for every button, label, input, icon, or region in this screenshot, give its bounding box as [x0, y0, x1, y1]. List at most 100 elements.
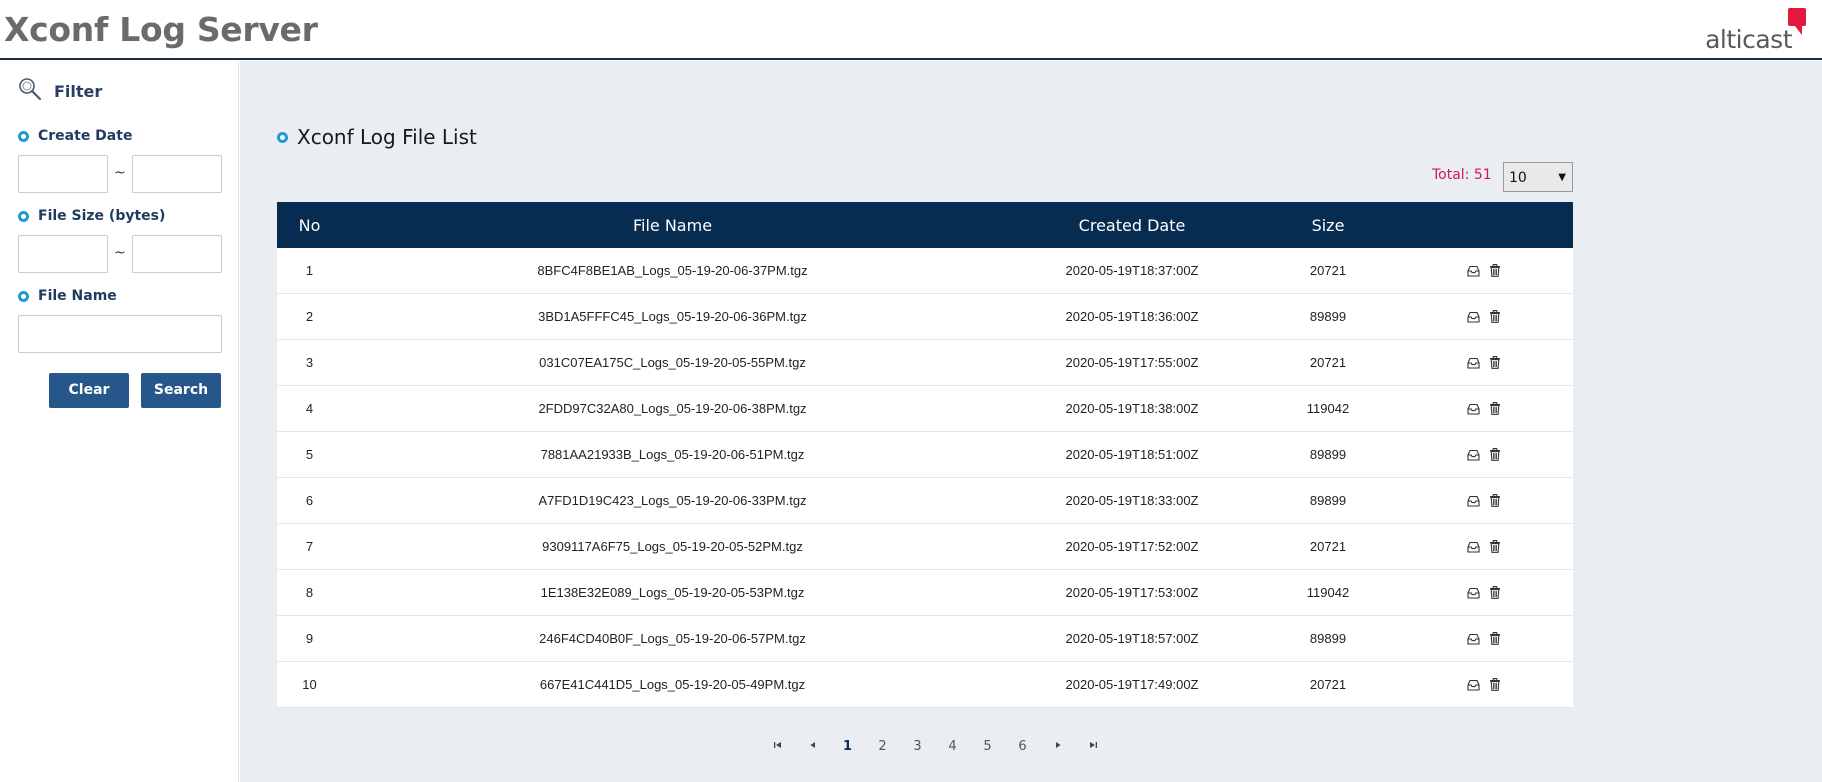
- cell-file-name[interactable]: 246F4CD40B0F_Logs_05-19-20-06-57PM.tgz: [342, 616, 1003, 661]
- cell-file-name[interactable]: 9309117A6F75_Logs_05-19-20-05-52PM.tgz: [342, 524, 1003, 569]
- column-header-file-name[interactable]: File Name: [342, 202, 1003, 248]
- cell-file-name[interactable]: 2FDD97C32A80_Logs_05-19-20-06-38PM.tgz: [342, 386, 1003, 431]
- page-4-link[interactable]: 4: [935, 739, 970, 754]
- cell-size: 89899: [1309, 447, 1347, 462]
- page-2-link[interactable]: 2: [865, 739, 900, 754]
- next-page-icon[interactable]: [1040, 740, 1075, 753]
- first-page-icon[interactable]: [760, 740, 795, 753]
- row-actions: [1395, 570, 1573, 615]
- trash-icon[interactable]: [1488, 632, 1502, 646]
- trash-icon[interactable]: [1488, 448, 1502, 462]
- bullet-icon: [18, 290, 29, 302]
- file-size-label-text: File Size (bytes): [38, 208, 166, 224]
- download-icon[interactable]: [1466, 448, 1480, 462]
- cell-file-name[interactable]: 7881AA21933B_Logs_05-19-20-06-51PM.tgz: [342, 432, 1003, 477]
- table-row[interactable]: 4 2FDD97C32A80_Logs_05-19-20-06-38PM.tgz 2…: [277, 386, 1573, 432]
- download-icon[interactable]: [1466, 540, 1480, 554]
- table-row[interactable]: 5 7881AA21933B_Logs_05-19-20-06-51PM.tgz 2…: [277, 432, 1573, 478]
- create-date-label-text: Create Date: [38, 128, 133, 144]
- download-icon[interactable]: [1466, 632, 1480, 646]
- cell-file-name[interactable]: 031C07EA175C_Logs_05-19-20-05-55PM.tgz: [342, 340, 1003, 385]
- column-header-created-date[interactable]: Created Date: [1003, 202, 1261, 248]
- trash-icon[interactable]: [1488, 356, 1502, 370]
- cell-file-name[interactable]: A7FD1D19C423_Logs_05-19-20-06-33PM.tgz: [342, 478, 1003, 523]
- list-title: Xconf Log File List: [277, 125, 477, 149]
- page-6-link[interactable]: 6: [1005, 739, 1040, 754]
- prev-page-icon[interactable]: [795, 740, 830, 753]
- search-button[interactable]: Search: [141, 373, 221, 408]
- table-header: No File Name Created Date Size: [277, 202, 1573, 248]
- total-count: Total: 51: [1432, 167, 1492, 183]
- cell-file-name[interactable]: 1E138E32E089_Logs_05-19-20-05-53PM.tgz: [342, 570, 1003, 615]
- clear-button[interactable]: Clear: [49, 373, 129, 408]
- cell-size: 119042: [1306, 401, 1350, 416]
- bullet-icon: [18, 210, 29, 222]
- page-size-select[interactable]: 10 ▼: [1503, 162, 1573, 192]
- trash-icon[interactable]: [1488, 678, 1502, 692]
- page-size-value: 10: [1509, 170, 1527, 186]
- file-size-label: File Size (bytes): [18, 208, 165, 224]
- size-range-separator: ~: [114, 245, 126, 261]
- table-row[interactable]: 10 667E41C441D5_Logs_05-19-20-05-49PM.tgz…: [277, 662, 1573, 708]
- cell-no: 4: [305, 401, 314, 416]
- filter-sidebar: Filter Create Date ~ File Size (bytes) ~…: [0, 61, 239, 782]
- trash-icon[interactable]: [1488, 586, 1502, 600]
- cell-no: 2: [305, 309, 314, 324]
- trash-icon[interactable]: [1488, 402, 1502, 416]
- trash-icon[interactable]: [1488, 494, 1502, 508]
- cell-size: 89899: [1309, 631, 1347, 646]
- cell-no: 9: [305, 631, 314, 646]
- file-size-from-input[interactable]: [18, 235, 108, 273]
- download-icon[interactable]: [1466, 678, 1480, 692]
- download-icon[interactable]: [1466, 310, 1480, 324]
- file-size-to-input[interactable]: [132, 235, 222, 273]
- table-row[interactable]: 8 1E138E32E089_Logs_05-19-20-05-53PM.tgz 2…: [277, 570, 1573, 616]
- row-actions: [1395, 478, 1573, 523]
- page-3-link[interactable]: 3: [900, 739, 935, 754]
- trash-icon[interactable]: [1488, 264, 1502, 278]
- cell-size: 20721: [1309, 677, 1347, 692]
- download-icon[interactable]: [1466, 264, 1480, 278]
- download-icon[interactable]: [1466, 494, 1480, 508]
- cell-file-name[interactable]: 667E41C441D5_Logs_05-19-20-05-49PM.tgz: [342, 662, 1003, 707]
- download-icon[interactable]: [1466, 586, 1480, 600]
- create-date-from-input[interactable]: [18, 155, 108, 193]
- create-date-label: Create Date: [18, 128, 132, 144]
- table-row[interactable]: 6 A7FD1D19C423_Logs_05-19-20-06-33PM.tgz 2…: [277, 478, 1573, 524]
- row-actions: [1395, 294, 1573, 339]
- table-row[interactable]: 9 246F4CD40B0F_Logs_05-19-20-06-57PM.tgz 2…: [277, 616, 1573, 662]
- cell-no: 1: [305, 263, 314, 278]
- download-icon[interactable]: [1466, 356, 1480, 370]
- trash-icon[interactable]: [1488, 310, 1502, 324]
- page-1-link[interactable]: 1: [830, 739, 865, 754]
- column-header-size[interactable]: Size: [1261, 202, 1395, 248]
- page-numbers: 123456: [830, 739, 1040, 754]
- download-icon[interactable]: [1466, 402, 1480, 416]
- create-date-to-input[interactable]: [132, 155, 222, 193]
- chevron-down-icon: ▼: [1558, 172, 1566, 183]
- table-row[interactable]: 2 3BD1A5FFFC45_Logs_05-19-20-06-36PM.tgz 2…: [277, 294, 1573, 340]
- table-row[interactable]: 1 8BFC4F8BE1AB_Logs_05-19-20-06-37PM.tgz 2…: [277, 248, 1573, 294]
- cell-file-name[interactable]: 3BD1A5FFFC45_Logs_05-19-20-06-36PM.tgz: [342, 294, 1003, 339]
- cell-created-date: 2020-05-19T18:33:00Z: [1065, 493, 1199, 508]
- cell-created-date: 2020-05-19T17:55:00Z: [1065, 355, 1199, 370]
- row-actions: [1395, 248, 1573, 293]
- page-5-link[interactable]: 5: [970, 739, 1005, 754]
- cell-no: 10: [302, 677, 317, 692]
- row-actions: [1395, 662, 1573, 707]
- bullet-icon: [277, 131, 288, 143]
- cell-no: 8: [305, 585, 314, 600]
- cell-file-name[interactable]: 8BFC4F8BE1AB_Logs_05-19-20-06-37PM.tgz: [342, 248, 1003, 293]
- trash-icon[interactable]: [1488, 540, 1502, 554]
- table-row[interactable]: 7 9309117A6F75_Logs_05-19-20-05-52PM.tgz 2…: [277, 524, 1573, 570]
- filter-title: Filter: [54, 82, 103, 101]
- column-header-no[interactable]: No: [277, 202, 342, 248]
- file-name-input[interactable]: [18, 315, 222, 353]
- cell-size: 20721: [1309, 263, 1347, 278]
- table-row[interactable]: 3 031C07EA175C_Logs_05-19-20-05-55PM.tgz 2…: [277, 340, 1573, 386]
- row-actions: [1395, 616, 1573, 661]
- column-header-actions: [1395, 202, 1573, 248]
- last-page-icon[interactable]: [1075, 740, 1110, 753]
- pagination: 123456: [760, 739, 1110, 754]
- cell-no: 5: [305, 447, 314, 462]
